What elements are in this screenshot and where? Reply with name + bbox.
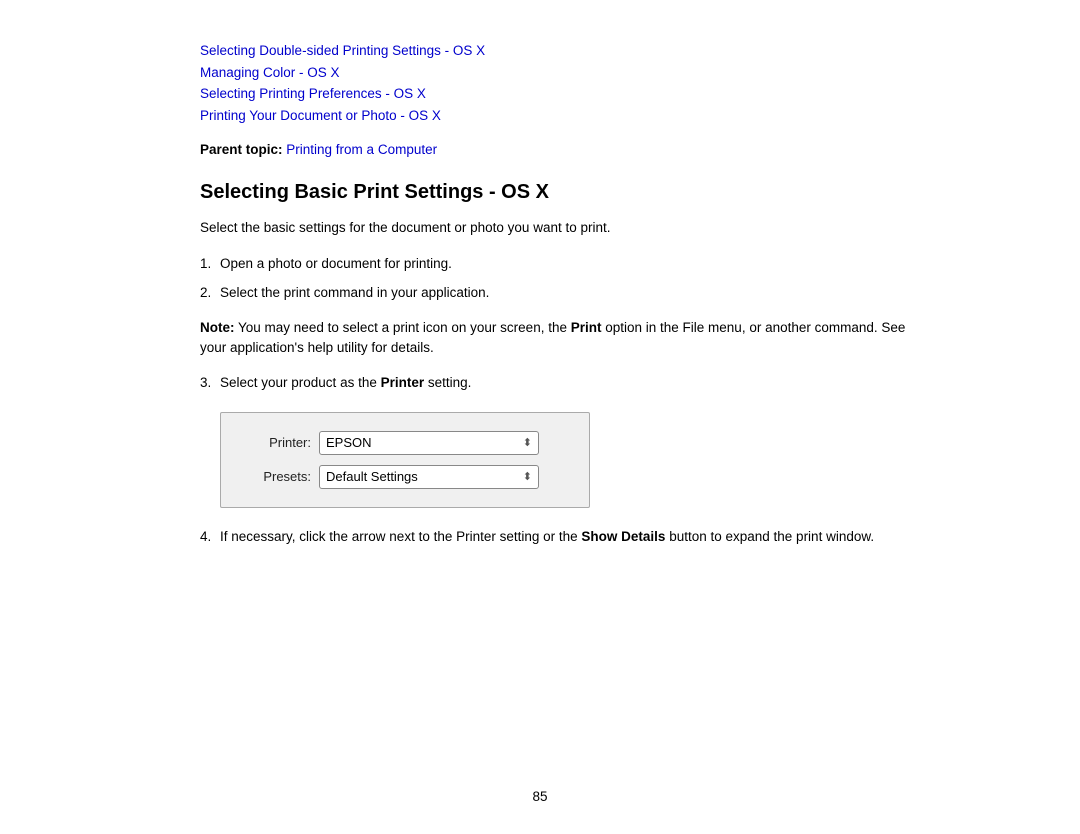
nav-link-1[interactable]: Selecting Double-sided Printing Settings… bbox=[200, 40, 920, 62]
list-num-1: 1. bbox=[200, 253, 211, 275]
nav-links: Selecting Double-sided Printing Settings… bbox=[200, 40, 920, 126]
note-print-bold: Print bbox=[571, 320, 602, 335]
list-item: 2. Select the print command in your appl… bbox=[200, 282, 920, 304]
list-num-3: 3. bbox=[200, 372, 211, 394]
list-num-2: 2. bbox=[200, 282, 211, 304]
presets-value: Default Settings bbox=[326, 469, 523, 484]
note-text-1: You may need to select a print icon on y… bbox=[238, 320, 571, 335]
step-1-text: Open a photo or document for printing. bbox=[220, 256, 452, 271]
parent-topic-line: Parent topic: Printing from a Computer bbox=[200, 142, 920, 157]
dialog-presets-row: Presets: Default Settings ⬍ bbox=[241, 465, 569, 489]
section-heading: Selecting Basic Print Settings - OS X bbox=[200, 181, 920, 204]
ordered-list-step4: 4. If necessary, click the arrow next to… bbox=[200, 526, 920, 548]
step-3-bold: Printer bbox=[381, 375, 425, 390]
parent-topic-label: Parent topic: bbox=[200, 142, 283, 157]
nav-link-4[interactable]: Printing Your Document or Photo - OS X bbox=[200, 105, 920, 127]
printer-dropdown-arrow: ⬍ bbox=[523, 436, 532, 449]
step-2-text: Select the print command in your applica… bbox=[220, 285, 489, 300]
nav-link-2[interactable]: Managing Color - OS X bbox=[200, 62, 920, 84]
printer-value: EPSON bbox=[326, 435, 523, 450]
step-3-text: Select your product as the Printer setti… bbox=[220, 375, 471, 390]
list-item-4: 4. If necessary, click the arrow next to… bbox=[200, 526, 920, 548]
page-number-container: 85 bbox=[0, 789, 1080, 804]
print-dialog-image: Printer: EPSON ⬍ Presets: Default Settin… bbox=[220, 412, 590, 508]
printer-select[interactable]: EPSON ⬍ bbox=[319, 431, 539, 455]
presets-dropdown-arrow: ⬍ bbox=[523, 470, 532, 483]
ordered-list: 1. Open a photo or document for printing… bbox=[200, 253, 920, 304]
page-container: Selecting Double-sided Printing Settings… bbox=[0, 0, 1080, 834]
step-4-text: If necessary, click the arrow next to th… bbox=[220, 529, 874, 544]
printer-label: Printer: bbox=[241, 435, 311, 450]
nav-link-3[interactable]: Selecting Printing Preferences - OS X bbox=[200, 83, 920, 105]
note-label: Note: bbox=[200, 320, 235, 335]
presets-select[interactable]: Default Settings ⬍ bbox=[319, 465, 539, 489]
intro-text: Select the basic settings for the docume… bbox=[200, 218, 920, 238]
list-num-4: 4. bbox=[200, 526, 211, 548]
ordered-list-continued: 3. Select your product as the Printer se… bbox=[200, 372, 920, 394]
parent-topic-link[interactable]: Printing from a Computer bbox=[286, 142, 437, 157]
list-item: 1. Open a photo or document for printing… bbox=[200, 253, 920, 275]
page-number: 85 bbox=[532, 789, 547, 804]
step-4-bold: Show Details bbox=[581, 529, 665, 544]
list-item: 3. Select your product as the Printer se… bbox=[200, 372, 920, 394]
presets-label: Presets: bbox=[241, 469, 311, 484]
dialog-printer-row: Printer: EPSON ⬍ bbox=[241, 431, 569, 455]
note-block: Note: You may need to select a print ico… bbox=[200, 318, 920, 359]
